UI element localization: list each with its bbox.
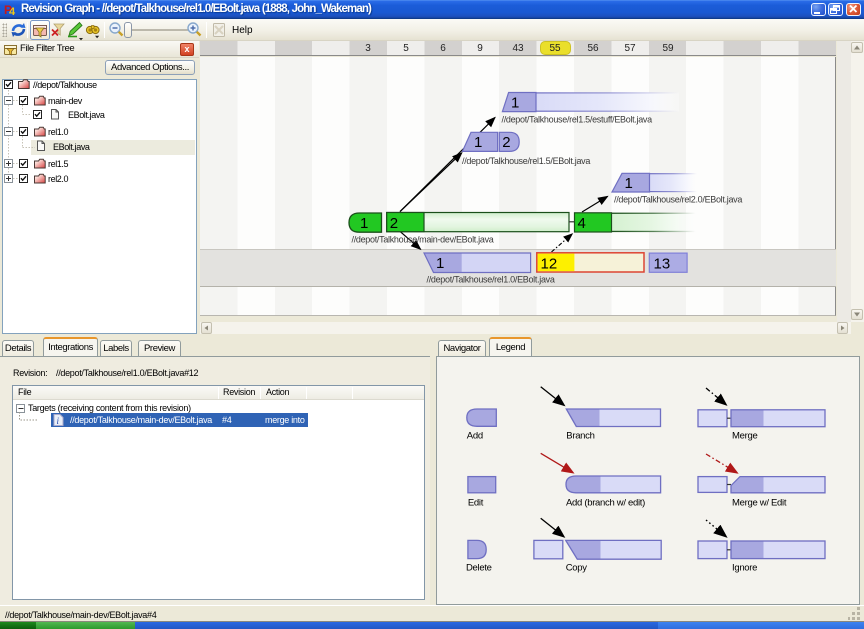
- svg-text:13: 13: [654, 255, 671, 272]
- svg-text://depot/Talkhouse/rel1.5/EBolt: //depot/Talkhouse/rel1.5/EBolt.java: [462, 156, 590, 166]
- svg-text://depot/Talkhouse/rel1.5/estuf: //depot/Talkhouse/rel1.5/estuff/EBolt.ja…: [502, 115, 653, 125]
- svg-text:Help: Help: [232, 25, 253, 36]
- svg-text:1: 1: [625, 175, 633, 192]
- svg-text:12: 12: [541, 255, 558, 272]
- svg-text:4: 4: [578, 215, 586, 232]
- svg-text:1: 1: [474, 134, 482, 151]
- svg-text:Add (branch w/ edit): Add (branch w/ edit): [566, 498, 645, 509]
- svg-text://depot/Talkhouse/rel1.0/EBolt: //depot/Talkhouse/rel1.0/EBolt.java: [427, 275, 555, 285]
- svg-text://depot/Talkhouse/main-dev/EBo: //depot/Talkhouse/main-dev/EBolt.java: [352, 235, 494, 245]
- svg-text:Branch: Branch: [566, 431, 594, 442]
- svg-text:Edit: Edit: [468, 498, 484, 509]
- svg-text:2: 2: [502, 134, 510, 151]
- svg-text:Add: Add: [467, 431, 483, 442]
- svg-text:1: 1: [360, 215, 368, 232]
- svg-text:1: 1: [436, 255, 444, 272]
- svg-text:Copy: Copy: [566, 563, 588, 574]
- svg-text:Merge w/ Edit: Merge w/ Edit: [732, 498, 787, 509]
- svg-text:Merge: Merge: [732, 431, 757, 442]
- svg-text:4: 4: [9, 6, 16, 16]
- svg-text:2: 2: [390, 215, 398, 232]
- svg-text:Delete: Delete: [466, 563, 492, 574]
- svg-text:Ignore: Ignore: [732, 563, 757, 574]
- svg-text:1: 1: [511, 94, 519, 111]
- svg-text://depot/Talkhouse/rel2.0/EBolt: //depot/Talkhouse/rel2.0/EBolt.java: [614, 195, 742, 205]
